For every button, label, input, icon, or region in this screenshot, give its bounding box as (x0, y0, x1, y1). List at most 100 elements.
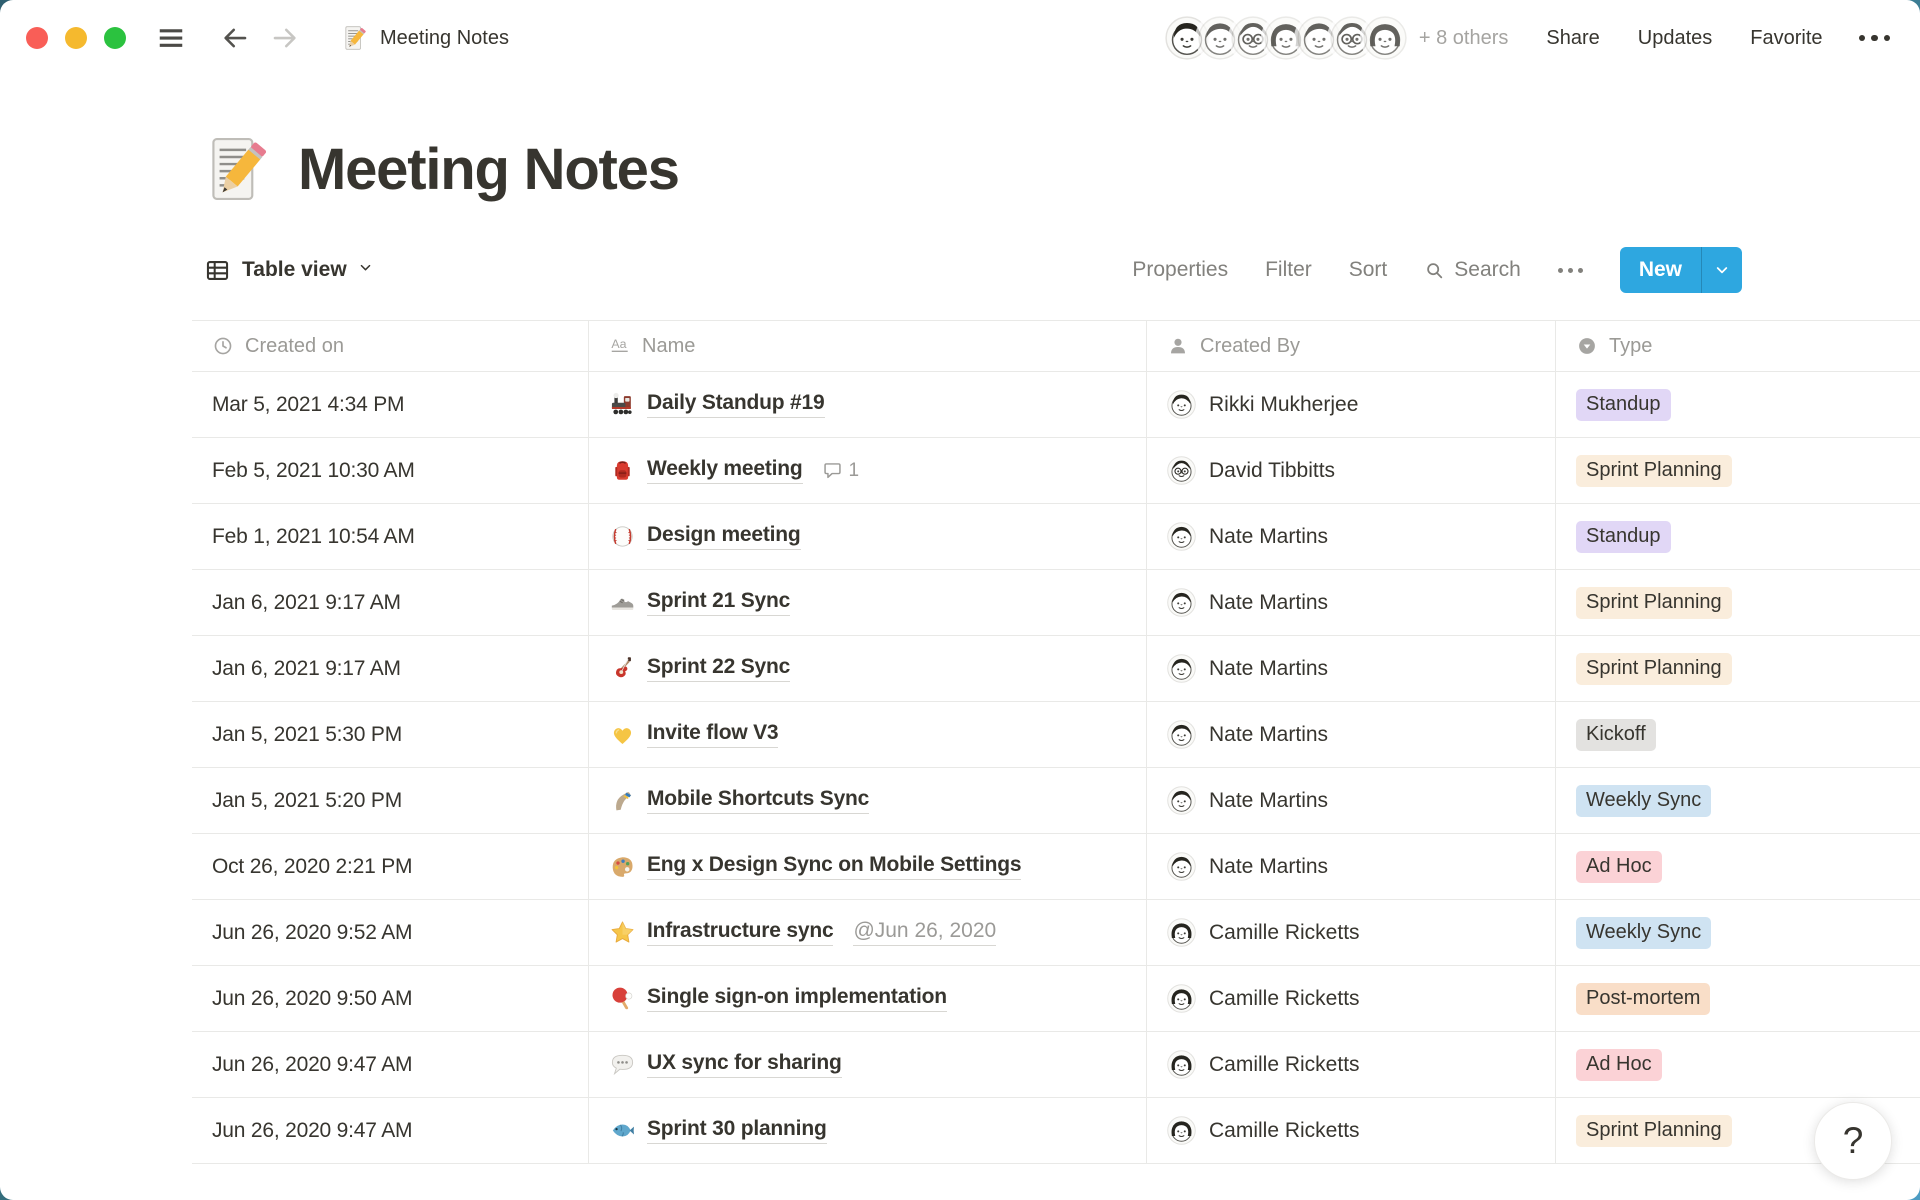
share-button[interactable]: Share (1546, 27, 1599, 50)
back-arrow-icon[interactable] (220, 23, 250, 53)
type-badge[interactable]: Standup (1576, 389, 1671, 421)
type-badge[interactable]: Weekly Sync (1576, 785, 1711, 817)
name-cell[interactable]: Weekly meeting 1 (589, 438, 1147, 504)
type-badge[interactable]: Kickoff (1576, 719, 1656, 751)
created-by-cell[interactable]: David Tibbitts (1147, 438, 1556, 504)
created-on-cell[interactable]: Jan 5, 2021 5:30 PM (192, 702, 589, 768)
favorite-button[interactable]: Favorite (1750, 27, 1822, 50)
more-collaborators-label[interactable]: + 8 others (1419, 27, 1509, 50)
page-link[interactable]: Mobile Shortcuts Sync (647, 787, 869, 814)
created-on-cell[interactable]: Mar 5, 2021 4:34 PM (192, 372, 589, 438)
created-by-cell[interactable]: Camille Ricketts (1147, 900, 1556, 966)
created-on-cell[interactable]: Feb 1, 2021 10:54 AM (192, 504, 589, 570)
type-cell[interactable]: Post-mortem (1556, 966, 1920, 1032)
new-dropdown-button[interactable] (1702, 247, 1742, 293)
column-header-name[interactable]: AaName (589, 320, 1147, 372)
created-by-cell[interactable]: Camille Ricketts (1147, 966, 1556, 1032)
type-cell[interactable]: Kickoff (1556, 702, 1920, 768)
collaborator-avatar[interactable] (1363, 16, 1407, 60)
type-badge[interactable]: Sprint Planning (1576, 587, 1732, 619)
search-button[interactable]: Search (1424, 258, 1521, 282)
page-link[interactable]: Eng x Design Sync on Mobile Settings (647, 853, 1021, 880)
updates-button[interactable]: Updates (1638, 27, 1713, 50)
column-header-type[interactable]: Type (1556, 320, 1920, 372)
type-badge[interactable]: Ad Hoc (1576, 851, 1662, 883)
type-cell[interactable]: Standup (1556, 504, 1920, 570)
created-on-cell[interactable]: Jun 26, 2020 9:50 AM (192, 966, 589, 1032)
page-link[interactable]: UX sync for sharing (647, 1051, 842, 1078)
close-button[interactable] (26, 27, 48, 49)
created-by-cell[interactable]: Nate Martins (1147, 504, 1556, 570)
type-badge[interactable]: Standup (1576, 521, 1671, 553)
type-badge[interactable]: Ad Hoc (1576, 1049, 1662, 1081)
type-cell[interactable]: Weekly Sync (1556, 900, 1920, 966)
created-by-cell[interactable]: Camille Ricketts (1147, 1098, 1556, 1164)
type-cell[interactable]: Ad Hoc (1556, 1032, 1920, 1098)
zoom-button[interactable] (104, 27, 126, 49)
table-view-switcher[interactable]: Table view (204, 257, 373, 284)
page-link[interactable]: Sprint 22 Sync (647, 655, 790, 682)
breadcrumb-title[interactable]: Meeting Notes (380, 27, 509, 50)
name-cell[interactable]: Daily Standup #19 (589, 372, 1147, 438)
type-cell[interactable]: Standup (1556, 372, 1920, 438)
minimize-button[interactable] (65, 27, 87, 49)
type-cell[interactable]: Ad Hoc (1556, 834, 1920, 900)
created-on-cell[interactable]: Jun 26, 2020 9:47 AM (192, 1032, 589, 1098)
memo-icon[interactable] (198, 132, 272, 206)
type-cell[interactable]: Weekly Sync (1556, 768, 1920, 834)
column-header-created-by[interactable]: Created By (1147, 320, 1556, 372)
new-button[interactable]: New (1620, 247, 1701, 293)
page-link[interactable]: Infrastructure sync (647, 919, 833, 946)
type-badge[interactable]: Weekly Sync (1576, 917, 1711, 949)
collaborator-avatars[interactable] (1165, 16, 1407, 60)
created-by-cell[interactable]: Camille Ricketts (1147, 1032, 1556, 1098)
created-on-cell[interactable]: Feb 5, 2021 10:30 AM (192, 438, 589, 504)
page-link[interactable]: Design meeting (647, 523, 801, 550)
page-link[interactable]: Invite flow V3 (647, 721, 778, 748)
name-cell[interactable]: Invite flow V3 (589, 702, 1147, 768)
properties-button[interactable]: Properties (1132, 258, 1228, 282)
type-badge[interactable]: Sprint Planning (1576, 653, 1732, 685)
type-badge[interactable]: Sprint Planning (1576, 1115, 1732, 1147)
created-on-cell[interactable]: Jan 6, 2021 9:17 AM (192, 636, 589, 702)
type-badge[interactable]: Sprint Planning (1576, 455, 1732, 487)
column-header-created-on[interactable]: Created on (192, 320, 589, 372)
name-cell[interactable]: Infrastructure sync @Jun 26, 2020 (589, 900, 1147, 966)
name-cell[interactable]: Sprint 21 Sync (589, 570, 1147, 636)
type-cell[interactable]: Sprint Planning (1556, 636, 1920, 702)
name-cell[interactable]: Design meeting (589, 504, 1147, 570)
name-cell[interactable]: Sprint 30 planning (589, 1098, 1147, 1164)
page-link[interactable]: Sprint 30 planning (647, 1117, 827, 1144)
sort-button[interactable]: Sort (1349, 258, 1388, 282)
date-mention[interactable]: @Jun 26, 2020 (853, 919, 996, 946)
page-link[interactable]: Daily Standup #19 (647, 391, 825, 418)
name-cell[interactable]: Mobile Shortcuts Sync (589, 768, 1147, 834)
name-cell[interactable]: Sprint 22 Sync (589, 636, 1147, 702)
created-on-cell[interactable]: Jun 26, 2020 9:47 AM (192, 1098, 589, 1164)
filter-button[interactable]: Filter (1265, 258, 1312, 282)
sidebar-menu-icon[interactable] (156, 23, 186, 53)
forward-arrow-icon[interactable] (270, 23, 300, 53)
type-badge[interactable]: Post-mortem (1576, 983, 1710, 1015)
view-options-icon[interactable] (1558, 268, 1583, 273)
type-cell[interactable]: Sprint Planning (1556, 438, 1920, 504)
name-cell[interactable]: Eng x Design Sync on Mobile Settings (589, 834, 1147, 900)
created-on-cell[interactable]: Jan 5, 2021 5:20 PM (192, 768, 589, 834)
page-link[interactable]: Single sign-on implementation (647, 985, 947, 1012)
help-button[interactable]: ? (1814, 1102, 1892, 1180)
created-by-cell[interactable]: Nate Martins (1147, 834, 1556, 900)
page-link[interactable]: Sprint 21 Sync (647, 589, 790, 616)
created-by-cell[interactable]: Nate Martins (1147, 768, 1556, 834)
type-cell[interactable]: Sprint Planning (1556, 570, 1920, 636)
created-by-cell[interactable]: Nate Martins (1147, 570, 1556, 636)
created-on-cell[interactable]: Jun 26, 2020 9:52 AM (192, 900, 589, 966)
page-title[interactable]: Meeting Notes (298, 136, 679, 203)
page-link[interactable]: Weekly meeting (647, 457, 803, 484)
created-by-cell[interactable]: Nate Martins (1147, 702, 1556, 768)
created-on-cell[interactable]: Oct 26, 2020 2:21 PM (192, 834, 589, 900)
created-by-cell[interactable]: Nate Martins (1147, 636, 1556, 702)
created-on-cell[interactable]: Jan 6, 2021 9:17 AM (192, 570, 589, 636)
name-cell[interactable]: Single sign-on implementation (589, 966, 1147, 1032)
more-options-icon[interactable] (1859, 35, 1891, 42)
name-cell[interactable]: UX sync for sharing (589, 1032, 1147, 1098)
